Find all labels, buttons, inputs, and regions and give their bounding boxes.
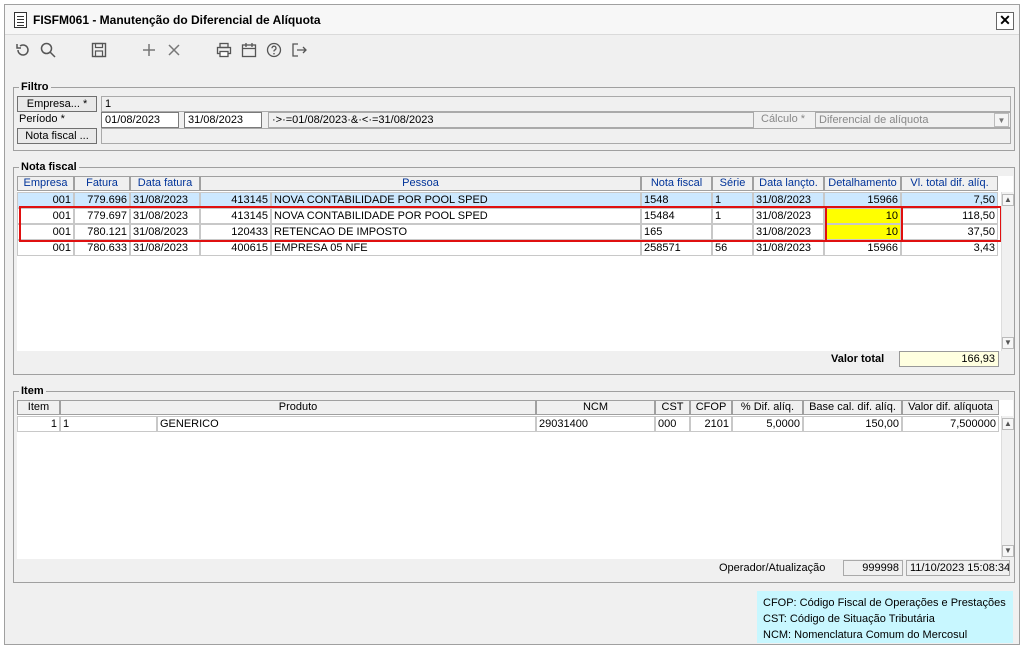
cell-ncm[interactable]: 29031400 — [536, 416, 655, 432]
valor-total-label: Valor total — [831, 353, 885, 365]
cell-pct[interactable]: 5,0000 — [732, 416, 803, 432]
cell-serie[interactable]: 56 — [712, 240, 753, 256]
scroll-up-icon[interactable]: ▲ — [1002, 194, 1014, 206]
highlight-box-detalhamento — [825, 206, 903, 242]
main-window: FISFM061 - Manutenção do Diferencial de … — [4, 4, 1020, 645]
add-icon[interactable] — [139, 41, 159, 61]
operador-label: Operador/Atualização — [719, 562, 826, 574]
col-empresa[interactable]: Empresa — [17, 176, 74, 191]
col-nota-fiscal[interactable]: Nota fiscal — [641, 176, 712, 191]
window-title: FISFM061 - Manutenção do Diferencial de … — [33, 13, 321, 27]
calendar-icon[interactable] — [239, 41, 259, 61]
col-cfop[interactable]: CFOP — [690, 400, 732, 415]
cell-item[interactable]: 1 — [17, 416, 60, 432]
legend-ncm: NCM: Nomenclatura Comum do Mercosul — [763, 629, 968, 641]
item-label: Item — [19, 385, 46, 397]
scroll-down-icon[interactable]: ▼ — [1002, 545, 1014, 557]
empresa-button[interactable]: Empresa... * — [17, 96, 97, 112]
col-fatura[interactable]: Fatura — [74, 176, 130, 191]
help-icon[interactable] — [264, 41, 284, 61]
nota-fiscal-grid: Empresa Fatura Data fatura Pessoa Nota f… — [17, 176, 1014, 351]
item-grid: Item Produto NCM CST CFOP % Dif. alíq. B… — [17, 400, 1014, 559]
cell-base[interactable]: 150,00 — [803, 416, 902, 432]
document-icon — [14, 12, 27, 28]
cell-empresa[interactable]: 001 — [17, 240, 74, 256]
col-base-cal[interactable]: Base cal. dif. alíq. — [803, 400, 902, 415]
cell-produto[interactable]: GENERICO — [157, 416, 536, 432]
periodo-expression: ·>·=01/08/2023·&·<·=31/08/2023 — [268, 112, 754, 128]
delete-icon[interactable] — [164, 41, 184, 61]
periodo-to-field[interactable]: 31/08/2023 — [184, 112, 262, 128]
scroll-up-icon[interactable]: ▲ — [1002, 418, 1014, 430]
cell-nota[interactable]: 258571 — [641, 240, 712, 256]
cell-fatura[interactable]: 780.633 — [74, 240, 130, 256]
calculo-label: Cálculo * — [761, 113, 806, 125]
col-vl-total[interactable]: Vl. total dif. alíq. — [901, 176, 998, 191]
nota-fiscal-scrollbar[interactable]: ▲ ▼ — [1001, 192, 1014, 351]
col-serie[interactable]: Série — [712, 176, 753, 191]
title-bar: FISFM061 - Manutenção do Diferencial de … — [5, 5, 1019, 35]
nota-fiscal-field[interactable] — [101, 128, 1011, 144]
cell-total[interactable]: 3,43 — [901, 240, 998, 256]
col-item[interactable]: Item — [17, 400, 60, 415]
cell-cst[interactable]: 000 — [655, 416, 690, 432]
valor-total-field: 166,93 — [899, 351, 999, 367]
cell-cfop[interactable]: 2101 — [690, 416, 732, 432]
refresh-icon[interactable] — [13, 41, 33, 61]
close-button[interactable]: ✕ — [996, 12, 1014, 30]
cell-data-fatura[interactable]: 31/08/2023 — [130, 240, 200, 256]
exit-icon[interactable] — [289, 41, 309, 61]
toolbar — [5, 36, 1019, 66]
cell-produto-cod[interactable]: 1 — [60, 416, 157, 432]
print-icon[interactable] — [214, 41, 234, 61]
col-produto[interactable]: Produto — [60, 400, 536, 415]
filtro-label: Filtro — [19, 81, 51, 93]
col-pessoa[interactable]: Pessoa — [200, 176, 641, 191]
col-data-fatura[interactable]: Data fatura — [130, 176, 200, 191]
operador-field: 999998 — [843, 560, 903, 576]
col-pct-dif[interactable]: % Dif. alíq. — [732, 400, 803, 415]
calculo-select[interactable]: Diferencial de alíquota — [815, 112, 1011, 128]
item-scrollbar[interactable]: ▲ ▼ — [1001, 416, 1014, 559]
scroll-down-icon[interactable]: ▼ — [1002, 337, 1014, 349]
cell-lancto[interactable]: 31/08/2023 — [753, 240, 824, 256]
col-data-lancto[interactable]: Data lançto. — [753, 176, 824, 191]
atualizacao-field: 11/10/2023 15:08:34 — [906, 560, 1010, 576]
search-icon[interactable] — [38, 41, 58, 61]
periodo-label: Período * — [19, 113, 65, 125]
legend-cfop: CFOP: Código Fiscal de Operações e Prest… — [763, 597, 1006, 609]
empresa-field[interactable]: 1 — [101, 96, 1011, 112]
cell-detalhamento[interactable]: 15966 — [824, 240, 901, 256]
save-icon[interactable] — [89, 41, 109, 61]
col-cst[interactable]: CST — [655, 400, 690, 415]
periodo-from-field[interactable]: 01/08/2023 — [101, 112, 179, 128]
nota-fiscal-label: Nota fiscal — [19, 161, 79, 173]
cell-pessoa-cod[interactable]: 400615 — [200, 240, 271, 256]
col-detalhamento[interactable]: Detalhamento — [824, 176, 901, 191]
col-valor-dif[interactable]: Valor dif. alíquota — [902, 400, 999, 415]
col-ncm[interactable]: NCM — [536, 400, 655, 415]
cell-valor[interactable]: 7,500000 — [902, 416, 999, 432]
nota-fiscal-button[interactable]: Nota fiscal ... — [17, 128, 97, 144]
legend-box: CFOP: Código Fiscal de Operações e Prest… — [757, 591, 1013, 643]
chevron-down-icon[interactable]: ▼ — [994, 113, 1009, 127]
legend-cst: CST: Código de Situação Tributária — [763, 613, 935, 625]
cell-pessoa[interactable]: EMPRESA 05 NFE — [271, 240, 641, 256]
